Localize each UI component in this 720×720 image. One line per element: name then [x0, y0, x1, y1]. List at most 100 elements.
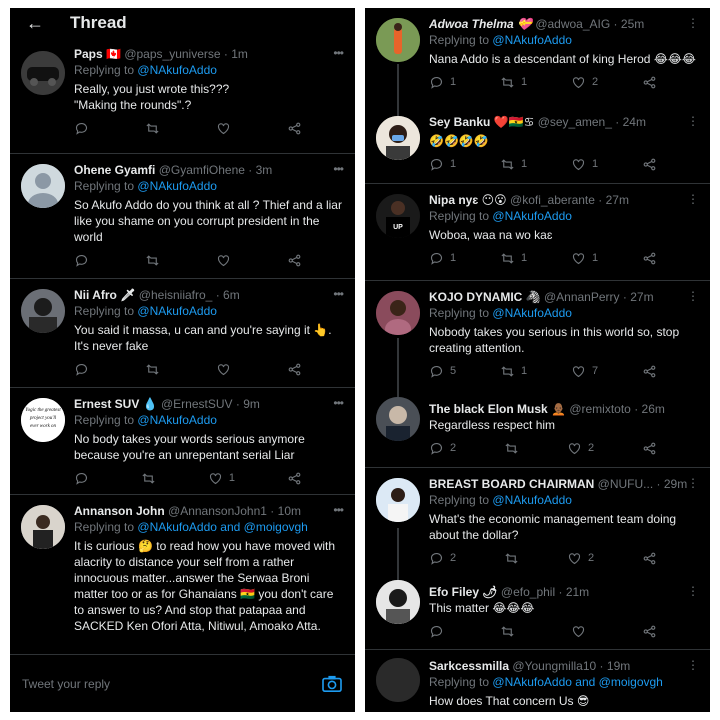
handle[interactable]: @GyamfiOhene [159, 163, 245, 177]
timestamp[interactable]: 27m [630, 290, 653, 304]
replying-to-link[interactable]: @NAkufoAddo [137, 304, 217, 318]
reply-tweet[interactable]: Ohene Gyamfi @GyamfiOhene · 3m ••• Reply… [10, 154, 355, 279]
retweet-button[interactable] [504, 551, 519, 566]
reply-tweet[interactable]: Nii Afro 🗡 @heisniiafro_ · 6m ••• Replyi… [10, 279, 355, 388]
reply-tweet[interactable]: Sarkcessmilla @Youngmilla10 · 19m ⋮ Repl… [365, 650, 710, 712]
handle[interactable]: @heisniiafro_ [139, 288, 213, 302]
reply-button[interactable]: 2 [429, 441, 456, 456]
reply-tweet[interactable]: The black Elon Musk 🧑🏾‍🦲 @remixtoto · 26… [365, 393, 710, 468]
back-arrow-icon[interactable]: ← [26, 13, 70, 34]
replying-to-link[interactable]: @NAkufoAddo [137, 63, 217, 77]
handle[interactable]: @kofi_aberante [510, 193, 595, 207]
display-name[interactable]: KOJO DYNAMIC 🦓 [429, 290, 541, 304]
share-button[interactable] [642, 251, 657, 266]
display-name[interactable]: Sey Banku ❤️🇬🇭♋ [429, 115, 534, 129]
retweet-button[interactable] [145, 121, 160, 136]
more-icon[interactable]: ⋮ [687, 16, 699, 30]
replying-to-link[interactable]: @NAkufoAddo [492, 33, 572, 47]
reply-tweet[interactable]: KOJO DYNAMIC 🦓 @AnnanPerry · 27m ⋮ Reply… [365, 281, 710, 393]
avatar[interactable] [376, 397, 420, 441]
retweet-button[interactable]: 1 [500, 364, 527, 379]
retweet-button[interactable] [145, 362, 160, 377]
timestamp[interactable]: 19m [607, 659, 630, 673]
timestamp[interactable]: 27m [606, 193, 629, 207]
avatar[interactable] [376, 18, 420, 62]
like-button[interactable] [571, 624, 586, 639]
handle[interactable]: @remixtoto [569, 402, 631, 416]
timestamp[interactable]: 24m [623, 115, 646, 129]
timestamp[interactable]: 26m [642, 402, 665, 416]
reply-button[interactable]: 1 [429, 75, 456, 90]
share-button[interactable] [642, 551, 657, 566]
more-icon[interactable]: ⋮ [687, 114, 699, 128]
avatar[interactable]: Yogic the greatest project you'll ever wor… [21, 398, 65, 442]
share-button[interactable] [642, 157, 657, 172]
reply-tweet[interactable]: Adwoa Thelma 💝 @adwoa_AIG · 25m ⋮ Replyi… [365, 8, 710, 106]
display-name[interactable]: BREAST BOARD CHAIRMAN [429, 477, 594, 491]
more-icon[interactable]: ⋮ [687, 289, 699, 303]
display-name[interactable]: Nipa nyɛ 😶😮 [429, 193, 507, 207]
timestamp[interactable]: 21m [566, 585, 589, 599]
avatar[interactable] [21, 164, 65, 208]
handle[interactable]: @NUFU... [598, 477, 654, 491]
more-icon[interactable]: ⋮ [687, 192, 699, 206]
avatar[interactable] [21, 51, 65, 95]
replying-to-link[interactable]: @NAkufoAddo [137, 413, 217, 427]
like-button[interactable] [216, 121, 231, 136]
more-icon[interactable]: ⋮ [687, 476, 699, 490]
replying-to-link[interactable]: @NAkufoAddo [137, 179, 217, 193]
reply-button[interactable] [74, 362, 89, 377]
reply-button[interactable] [74, 121, 89, 136]
avatar[interactable] [21, 289, 65, 333]
display-name[interactable]: Adwoa Thelma 💝 [429, 17, 532, 31]
timestamp[interactable]: 29m [664, 477, 687, 491]
replying-to-link[interactable]: @NAkufoAddo [492, 493, 572, 507]
handle[interactable]: @ErnestSUV [161, 397, 233, 411]
retweet-button[interactable] [145, 253, 160, 268]
avatar[interactable] [21, 505, 65, 549]
like-button[interactable]: 2 [571, 75, 598, 90]
reply-button[interactable]: 1 [429, 251, 456, 266]
share-button[interactable] [287, 471, 302, 486]
reply-button[interactable]: 1 [429, 157, 456, 172]
more-icon[interactable]: ••• [333, 46, 344, 60]
share-button[interactable] [642, 75, 657, 90]
avatar[interactable] [376, 478, 420, 522]
retweet-button[interactable] [500, 624, 515, 639]
timestamp[interactable]: 6m [223, 288, 240, 302]
retweet-button[interactable]: 1 [500, 157, 527, 172]
reply-input[interactable]: Tweet your reply [22, 677, 321, 691]
handle[interactable]: @paps_yuniverse [124, 47, 220, 61]
reply-button[interactable] [74, 253, 89, 268]
avatar[interactable]: UP [376, 194, 420, 238]
like-button[interactable] [216, 253, 231, 268]
share-button[interactable] [287, 362, 302, 377]
display-name[interactable]: Ernest SUV 💧 [74, 397, 158, 411]
reply-tweet[interactable]: Efo Filey 🌶 @efo_phil · 21m ⋮ This matte… [365, 576, 710, 650]
timestamp[interactable]: 1m [231, 47, 248, 61]
avatar[interactable] [376, 580, 420, 624]
handle[interactable]: @AnnansonJohn1 [168, 504, 267, 518]
handle[interactable]: @efo_phil [501, 585, 555, 599]
handle[interactable]: @adwoa_AIG [535, 17, 610, 31]
handle[interactable]: @Youngmilla10 [512, 659, 596, 673]
reply-tweet[interactable]: UP Nipa nyɛ 😶😮 @kofi_aberante · 27m ⋮ Re… [365, 184, 710, 281]
retweet-button[interactable]: 1 [500, 75, 527, 90]
display-name[interactable]: Efo Filey 🌶 [429, 585, 498, 599]
reply-button[interactable]: 5 [429, 364, 456, 379]
timestamp[interactable]: 3m [256, 163, 273, 177]
like-button[interactable] [216, 362, 231, 377]
like-button[interactable]: 2 [567, 441, 594, 456]
display-name[interactable]: Sarkcessmilla [429, 659, 509, 673]
share-button[interactable] [642, 364, 657, 379]
share-button[interactable] [287, 253, 302, 268]
reply-tweet[interactable]: Sey Banku ❤️🇬🇭♋ @sey_amen_ · 24m ⋮ 🤣🤣🤣🤣 … [365, 106, 710, 184]
reply-tweet[interactable]: Yogic the greatest project you'll ever wor… [10, 388, 355, 495]
reply-tweet[interactable]: Annanson John @AnnansonJohn1 · 10m ••• R… [10, 495, 355, 655]
reply-button[interactable]: 2 [429, 551, 456, 566]
retweet-button[interactable]: 1 [500, 251, 527, 266]
retweet-button[interactable] [141, 471, 156, 486]
more-icon[interactable]: ⋮ [687, 584, 699, 598]
replying-to-link[interactable]: @NAkufoAddo and @moigovgh [137, 520, 307, 534]
reply-button[interactable] [429, 624, 444, 639]
